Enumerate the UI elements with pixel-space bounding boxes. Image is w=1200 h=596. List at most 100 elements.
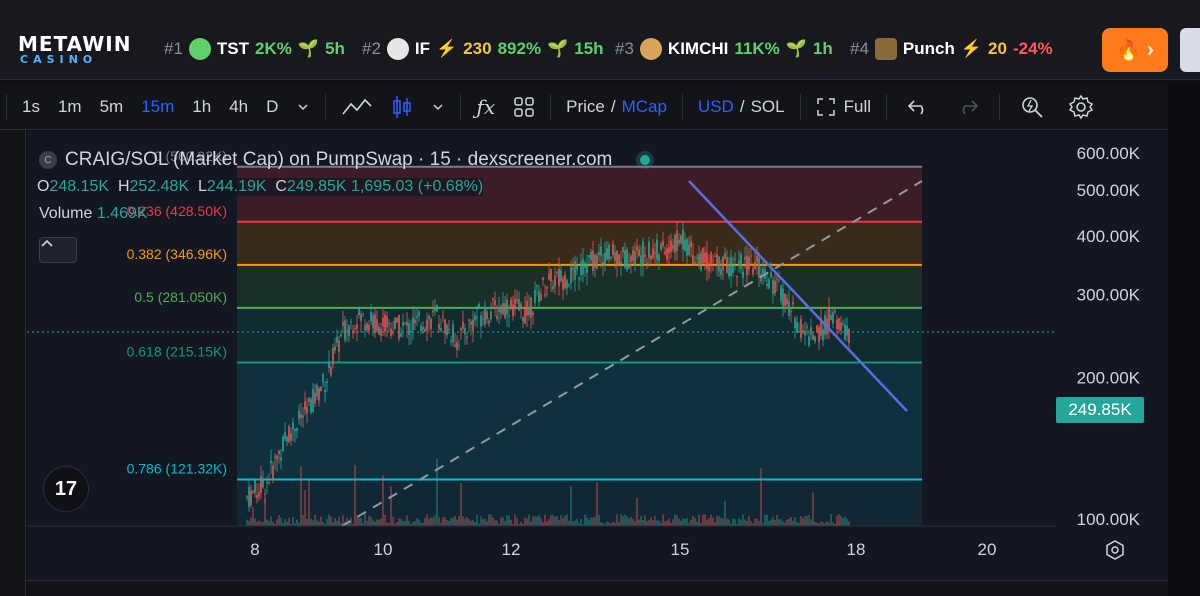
line-chart-icon[interactable] xyxy=(332,84,382,130)
drawing-tools-sidebar[interactable] xyxy=(0,130,26,596)
volume-bar xyxy=(746,521,748,526)
candle-body xyxy=(782,288,784,309)
volume-bar xyxy=(412,521,414,526)
avatar[interactable] xyxy=(1180,28,1200,72)
usd-toggle[interactable]: USD xyxy=(689,84,738,130)
volume-bar xyxy=(370,516,372,526)
last-price-tag: 249.85K xyxy=(1056,397,1144,423)
candles-icon[interactable] xyxy=(382,84,422,130)
candle-body xyxy=(662,241,664,246)
chart-canvas[interactable]: 0 (560.92K)0.236 (428.50K)0.382 (346.96K… xyxy=(27,131,1168,596)
candle-body xyxy=(264,493,266,495)
volume-bar xyxy=(758,521,760,526)
volume-bar xyxy=(318,521,320,526)
ticker-change: 11K% xyxy=(734,39,780,58)
interval-15m[interactable]: 15m xyxy=(132,84,183,130)
volume-bar xyxy=(372,519,374,526)
candle-body xyxy=(398,314,400,339)
fullscreen-button[interactable]: Full xyxy=(807,84,880,130)
volume-bar xyxy=(690,519,692,526)
volume-bar xyxy=(322,521,324,526)
volume-bar xyxy=(782,521,784,526)
volume-bar xyxy=(380,518,382,526)
volume-bar xyxy=(590,517,592,526)
interval-d[interactable]: D xyxy=(257,84,287,130)
ticker-item-3[interactable]: #3 KIMCHI 11K% 🌱 1h xyxy=(615,37,833,61)
volume-bar xyxy=(426,514,428,526)
candle-body xyxy=(480,315,482,327)
candle-body xyxy=(628,263,630,269)
price-toggle[interactable]: Price xyxy=(557,84,609,130)
volume-bar xyxy=(806,515,808,526)
volume-bar xyxy=(312,520,314,526)
indicators-fx-icon[interactable]: ƒx xyxy=(467,84,504,130)
ticker-symbol: TST xyxy=(216,39,250,58)
toolbar-divider xyxy=(460,93,462,120)
candle-body xyxy=(518,299,520,311)
candle-body xyxy=(792,302,794,305)
ticker-item-2[interactable]: #2 IF ⚡ 230 892% 🌱 15h xyxy=(362,37,604,61)
volume-bar xyxy=(662,514,664,526)
price-chart[interactable]: 0 (560.92K) 0.236 (428.50K) 0.382 (346.96K… xyxy=(27,131,1168,596)
candle-body xyxy=(768,279,770,289)
volume-bar xyxy=(472,519,474,526)
candle-body xyxy=(534,290,536,304)
mcap-toggle[interactable]: MCap xyxy=(618,84,676,130)
volume-bar xyxy=(836,515,838,526)
candle-body xyxy=(464,328,466,335)
interval-dropdown-chevron-down-icon[interactable] xyxy=(287,84,319,130)
chart-type-chevron-down-icon[interactable] xyxy=(422,84,454,130)
fib-label: 0.382 (346.96K) xyxy=(127,246,227,262)
candle-body xyxy=(788,301,790,316)
candle-body xyxy=(420,325,422,332)
layouts-grid-icon[interactable] xyxy=(504,84,544,130)
candle-body xyxy=(292,422,294,430)
collapse-legend-button[interactable] xyxy=(39,237,77,263)
interval-4h[interactable]: 4h xyxy=(220,84,257,130)
volume-bar xyxy=(552,515,554,526)
candle-body xyxy=(638,249,640,256)
fib-band xyxy=(237,362,922,480)
sol-toggle[interactable]: SOL xyxy=(747,84,794,130)
ticker-item-4[interactable]: #4 Punch ⚡ 20 -24% xyxy=(850,37,1053,61)
interval-1s[interactable]: 1s xyxy=(13,84,49,130)
volume-bar xyxy=(462,516,464,526)
volume-bar xyxy=(404,520,406,526)
tradingview-logo[interactable]: 17 xyxy=(43,466,89,512)
volume-bar xyxy=(454,515,456,526)
settings-gear-icon[interactable] xyxy=(1058,84,1104,130)
candle-body xyxy=(324,389,326,393)
candle-body xyxy=(370,312,372,322)
candle-body xyxy=(374,314,376,333)
volume-bar xyxy=(258,520,260,526)
quick-search-icon[interactable] xyxy=(1006,84,1058,130)
volume-bar xyxy=(524,517,526,526)
candle-body xyxy=(740,254,742,269)
lightning-icon: ⚡ xyxy=(960,39,983,58)
candle-body xyxy=(712,260,714,262)
candle-body xyxy=(512,304,514,317)
undo-icon[interactable] xyxy=(893,84,943,130)
candle-body xyxy=(786,298,788,305)
hot-tokens-button[interactable]: 🔥 › xyxy=(1102,28,1168,72)
logo-text: METAWIN xyxy=(18,32,132,56)
volume-bar xyxy=(628,518,630,526)
candle-body xyxy=(364,325,366,331)
redo-icon[interactable] xyxy=(943,84,993,130)
volume-bar xyxy=(366,520,368,526)
candle-body xyxy=(798,331,800,333)
metawin-logo[interactable]: METAWIN CASINO xyxy=(18,32,132,68)
candle-body xyxy=(310,399,312,413)
volume-bar xyxy=(306,518,308,526)
volume-bar xyxy=(768,521,770,526)
volume-bar xyxy=(254,518,256,526)
fire-icon: 🔥 xyxy=(1116,39,1142,62)
volume-bar xyxy=(812,492,814,526)
volume-bar xyxy=(706,520,708,526)
ticker-item-1[interactable]: #1 TST 2K% 🌱 5h xyxy=(164,37,345,61)
interval-5m[interactable]: 5m xyxy=(91,84,133,130)
interval-1h[interactable]: 1h xyxy=(183,84,220,130)
volume-readout: Volume 1.469K xyxy=(39,205,148,223)
volume-bar xyxy=(842,517,844,526)
interval-1m[interactable]: 1m xyxy=(49,84,91,130)
